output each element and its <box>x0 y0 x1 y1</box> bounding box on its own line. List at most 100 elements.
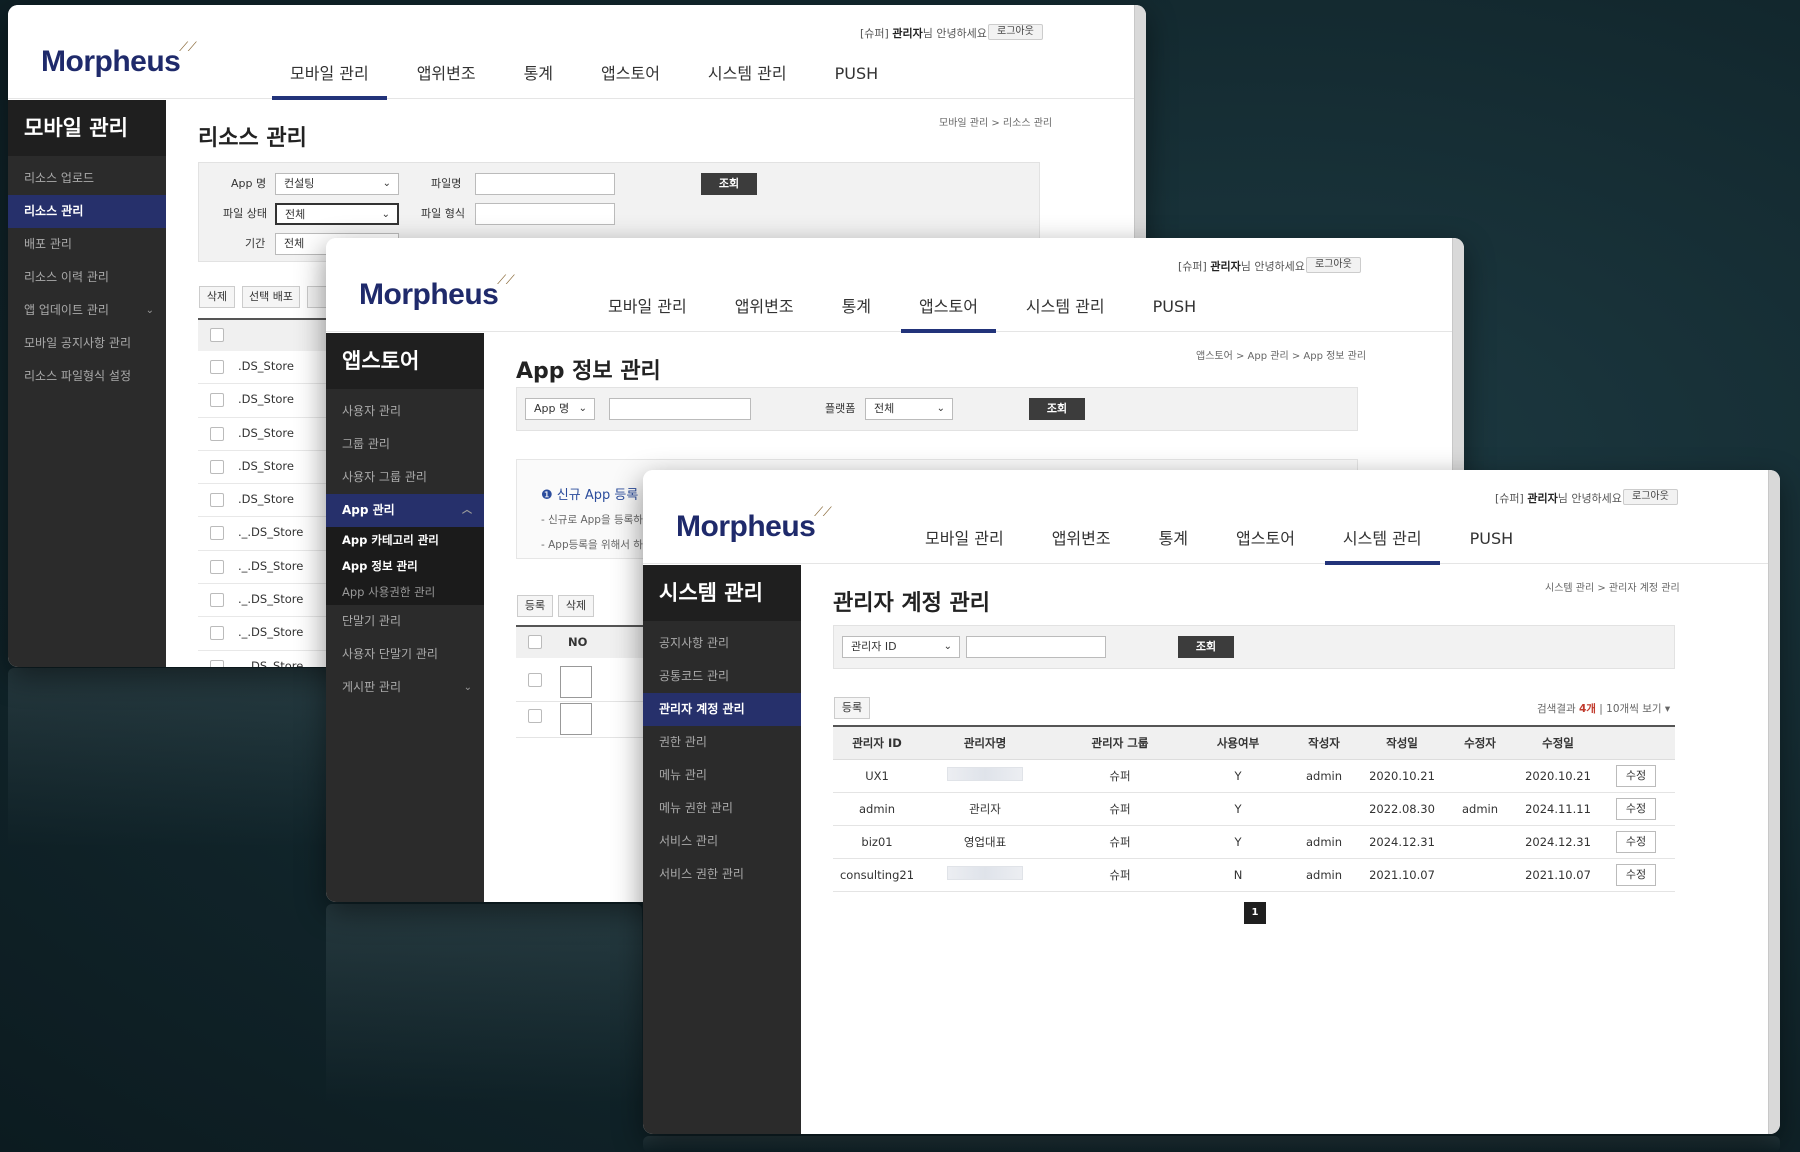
app-search-input[interactable] <box>609 398 751 420</box>
row-checkbox[interactable] <box>210 426 224 441</box>
deploy-button[interactable]: 선택 배포 <box>242 286 300 308</box>
cell-editor <box>1441 759 1519 793</box>
sidebar-item-groups[interactable]: 그룹 관리 <box>326 428 484 461</box>
table-row[interactable]: biz01 영업대표 슈퍼 Yadmin 2024.12.31 2024.12.31 수정 <box>833 825 1675 859</box>
sidebar-item-app-update[interactable]: 앱 업데이트 관리 ⌄ <box>8 294 166 327</box>
nav-mobile[interactable]: 모바일 관리 <box>907 525 1022 565</box>
logout-button[interactable]: 로그아웃 <box>988 24 1043 40</box>
row-checkbox[interactable] <box>210 659 224 667</box>
sidebar-item-permissions[interactable]: 권한 관리 <box>643 726 801 759</box>
info-icon: ❶ <box>541 488 557 503</box>
sidebar-item-common-code[interactable]: 공통코드 관리 <box>643 660 801 693</box>
search-button[interactable]: 조회 <box>1029 398 1085 420</box>
edit-button[interactable]: 수정 <box>1616 797 1656 820</box>
row-checkbox[interactable] <box>528 673 542 687</box>
nav-stats[interactable]: 통계 <box>506 60 571 100</box>
sidebar-item-deploy[interactable]: 배포 관리 <box>8 228 166 261</box>
sidebar-sub-app-permission[interactable]: App 사용권한 관리 <box>326 579 484 605</box>
table-row[interactable]: UX1 슈퍼 Yadmin 2020.10.21 2020.10.21 수정 <box>833 759 1675 793</box>
nav-mobile[interactable]: 모바일 관리 <box>590 293 705 333</box>
row-checkbox[interactable] <box>210 626 224 641</box>
sidebar-item-users[interactable]: 사용자 관리 <box>326 395 484 428</box>
sidebar-item-resource-history[interactable]: 리소스 이력 관리 <box>8 261 166 294</box>
nav-push[interactable]: PUSH <box>1135 293 1215 333</box>
row-checkbox[interactable] <box>210 493 224 508</box>
nav-appstore[interactable]: 앱스토어 <box>1218 525 1313 565</box>
app-label: App 명 <box>231 177 267 190</box>
edit-button[interactable]: 수정 <box>1616 764 1656 787</box>
logout-button[interactable]: 로그아웃 <box>1306 257 1361 273</box>
app-name-select[interactable]: App 명 ⌄ <box>525 398 595 420</box>
nav-appstore[interactable]: 앱스토어 <box>901 293 996 333</box>
sidebar-item-file-type[interactable]: 리소스 파일형식 설정 <box>8 360 166 393</box>
nav-system[interactable]: 시스템 관리 <box>1008 293 1123 333</box>
sidebar-item-devices[interactable]: 단말기 관리 <box>326 605 484 638</box>
cell-writer: admin <box>1285 825 1363 859</box>
cell-id: UX1 <box>833 759 921 793</box>
sidebar-item-mobile-notice[interactable]: 모바일 공지사항 관리 <box>8 327 166 360</box>
sidebar-item-resource-manage[interactable]: 리소스 관리 <box>8 195 166 228</box>
table-row[interactable]: consulting21 슈퍼 Nadmin 2021.10.07 2021.10.07… <box>833 858 1675 892</box>
delete-button[interactable]: 삭제 <box>199 286 235 308</box>
sidebar-item-app-manage[interactable]: App 관리 ︿ <box>326 494 484 527</box>
nav-stats[interactable]: 통계 <box>1141 525 1206 565</box>
select-all-checkbox[interactable] <box>210 328 224 342</box>
column-no: NO <box>568 635 588 649</box>
sidebar-item-user-groups[interactable]: 사용자 그룹 관리 <box>326 461 484 494</box>
per-page-select[interactable]: 10개씩 보기 ▾ <box>1606 703 1670 715</box>
nav-system[interactable]: 시스템 관리 <box>1324 525 1440 565</box>
result-summary: 검색결과 4개 | 10개씩 보기 ▾ <box>1537 703 1671 715</box>
filename-label: 파일명 <box>431 177 462 190</box>
edit-button[interactable]: 수정 <box>1616 863 1656 886</box>
table-row[interactable]: admin 관리자 슈퍼 Y 2022.08.30 admin 2024.11.11 수정 <box>833 792 1675 826</box>
search-button[interactable]: 조회 <box>701 173 757 195</box>
register-button[interactable]: 등록 <box>834 697 870 719</box>
row-checkbox[interactable] <box>210 526 224 541</box>
sidebar-item-resource-upload[interactable]: 리소스 업로드 <box>8 162 166 195</box>
nav-tamper[interactable]: 앱위변조 <box>717 293 812 333</box>
sidebar-item-menus[interactable]: 메뉴 관리 <box>643 759 801 792</box>
sidebar-item-services[interactable]: 서비스 관리 <box>643 825 801 858</box>
nav-tamper[interactable]: 앱위변조 <box>399 60 494 100</box>
sidebar-item-notice[interactable]: 공지사항 관리 <box>643 627 801 660</box>
sidebar-item-admin-accounts[interactable]: 관리자 계정 관리 <box>643 693 801 726</box>
row-checkbox[interactable] <box>210 393 224 408</box>
sidebar-item-service-permissions[interactable]: 서비스 권한 관리 <box>643 858 801 891</box>
sidebar-item-board[interactable]: 게시판 관리 ⌄ <box>326 671 484 704</box>
sidebar-item-menu-permissions[interactable]: 메뉴 권한 관리 <box>643 792 801 825</box>
nav-push[interactable]: PUSH <box>1452 525 1532 565</box>
nav-system[interactable]: 시스템 관리 <box>690 60 805 100</box>
row-checkbox[interactable] <box>210 459 224 474</box>
delete-button[interactable]: 삭제 <box>558 595 594 617</box>
sidebar-sub-app-info[interactable]: App 정보 관리 <box>326 553 484 579</box>
sidebar-item-user-devices[interactable]: 사용자 단말기 관리 <box>326 638 484 671</box>
row-checkbox[interactable] <box>528 709 542 723</box>
nav-push[interactable]: PUSH <box>817 60 897 100</box>
edit-button[interactable]: 수정 <box>1616 830 1656 853</box>
nav-appstore[interactable]: 앱스토어 <box>583 60 678 100</box>
chevron-down-icon: ⌄ <box>145 305 154 316</box>
nav-tamper[interactable]: 앱위변조 <box>1034 525 1129 565</box>
logout-button[interactable]: 로그아웃 <box>1623 489 1678 505</box>
row-checkbox[interactable] <box>210 593 224 608</box>
page-1-button[interactable]: 1 <box>1244 902 1266 924</box>
column-header: 작성일 <box>1363 725 1441 760</box>
search-button[interactable]: 조회 <box>1178 636 1234 658</box>
admin-id-select[interactable]: 관리자 ID ⌄ <box>842 636 960 658</box>
scrollbar[interactable] <box>1768 470 1780 1134</box>
select-all-checkbox[interactable] <box>528 635 542 649</box>
nav-stats[interactable]: 통계 <box>824 293 889 333</box>
admin-search-input[interactable] <box>966 636 1106 658</box>
page-title: 리소스 관리 <box>198 126 307 151</box>
row-checkbox[interactable] <box>210 559 224 574</box>
filetype-input[interactable] <box>475 203 615 225</box>
row-checkbox[interactable] <box>210 360 224 374</box>
status-select[interactable]: 전체 ⌄ <box>275 203 399 225</box>
register-button[interactable]: 등록 <box>517 595 553 617</box>
nav-mobile[interactable]: 모바일 관리 <box>272 60 387 100</box>
cell-group: 슈퍼 <box>1049 792 1191 826</box>
platform-select[interactable]: 전체 ⌄ <box>865 398 953 420</box>
app-select[interactable]: 컨설팅 ⌄ <box>275 173 399 195</box>
filename-input[interactable] <box>475 173 615 195</box>
sidebar-sub-app-category[interactable]: App 카테고리 관리 <box>326 527 484 553</box>
